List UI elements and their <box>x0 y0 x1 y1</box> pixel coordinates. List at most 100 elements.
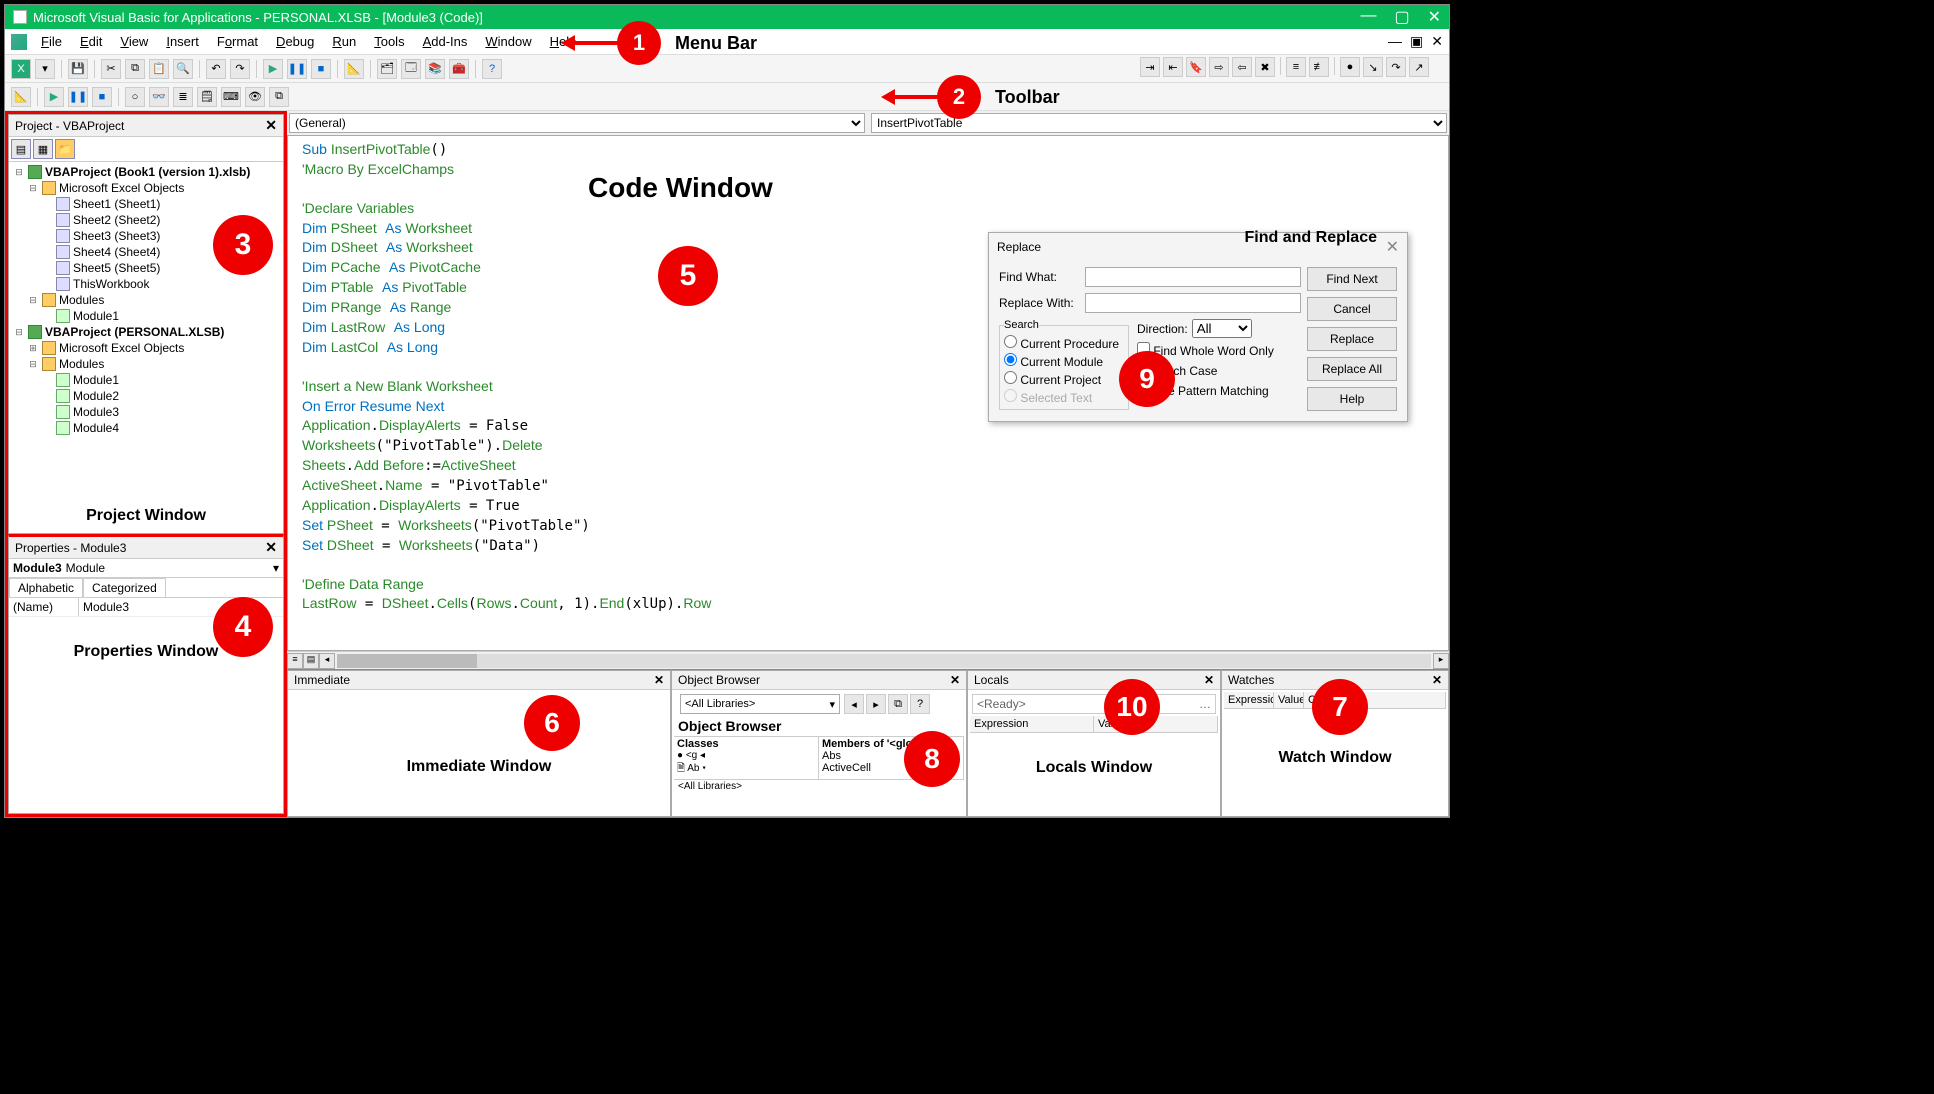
ob-copy-icon[interactable]: ⧉ <box>888 694 908 714</box>
watches-close-icon[interactable]: ✕ <box>1432 673 1442 687</box>
project-close-icon[interactable]: ✕ <box>265 117 277 134</box>
tree-folder-modules-2[interactable]: Modules <box>59 357 104 371</box>
ob-def-icon[interactable]: ? <box>910 694 930 714</box>
ob-library-select[interactable]: <All Libraries>▾ <box>680 694 840 714</box>
menu-addins[interactable]: Add-Ins <box>415 32 476 51</box>
tree-module[interactable]: Module3 <box>39 404 281 420</box>
help-button[interactable]: Help <box>1307 387 1397 411</box>
find-icon[interactable]: 🔍 <box>173 59 193 79</box>
menu-tools[interactable]: Tools <box>366 32 412 51</box>
cut-icon[interactable]: ✂ <box>101 59 121 79</box>
mdi-restore-button[interactable]: ▣ <box>1410 33 1423 50</box>
project-tree[interactable]: ⊟VBAProject (Book1 (version 1).xlsb) ⊟Mi… <box>9 162 283 499</box>
locals-close-icon[interactable]: ✕ <box>1204 673 1214 687</box>
pause-icon[interactable]: ❚❚ <box>68 87 88 107</box>
design-icon[interactable]: 📐 <box>11 87 31 107</box>
project-explorer-icon[interactable]: 🗂 <box>377 59 397 79</box>
radio-current-project[interactable]: Current Project <box>1004 371 1124 387</box>
tree-sheet[interactable]: ThisWorkbook <box>39 276 281 292</box>
full-view-icon[interactable]: ▤ <box>303 653 319 669</box>
tree-module[interactable]: Module2 <box>39 388 281 404</box>
comment-block-icon[interactable]: ≡ <box>1286 57 1306 77</box>
tree-module[interactable]: Module1 <box>39 372 281 388</box>
radio-current-procedure[interactable]: Current Procedure <box>1004 335 1124 351</box>
outdent-icon[interactable]: ⇤ <box>1163 57 1183 77</box>
run-icon[interactable]: ▶ <box>263 59 283 79</box>
menu-debug[interactable]: Debug <box>268 32 322 51</box>
locals-col-expression[interactable]: Expression <box>970 716 1094 732</box>
copy-icon[interactable]: ⧉ <box>125 59 145 79</box>
menu-run[interactable]: Run <box>324 32 364 51</box>
step-out-icon[interactable]: ↗ <box>1409 57 1429 77</box>
immediate-icon[interactable]: ⌨ <box>221 87 241 107</box>
menu-view[interactable]: View <box>112 32 156 51</box>
view-code-icon[interactable]: ▤ <box>11 139 31 159</box>
scroll-left-icon[interactable]: ◂ <box>319 653 335 669</box>
replace-all-button[interactable]: Replace All <box>1307 357 1397 381</box>
indent-icon[interactable]: ⇥ <box>1140 57 1160 77</box>
bookmark-icon[interactable]: 🔖 <box>1186 57 1206 77</box>
ob-back-icon[interactable]: ◂ <box>844 694 864 714</box>
tree-project-2[interactable]: VBAProject (PERSONAL.XLSB) <box>45 325 224 339</box>
proc-view-icon[interactable]: ≡ <box>287 653 303 669</box>
paste-icon[interactable]: 📋 <box>149 59 169 79</box>
reset-icon[interactable]: ■ <box>311 59 331 79</box>
properties-close-icon[interactable]: ✕ <box>265 539 277 556</box>
cancel-button[interactable]: Cancel <box>1307 297 1397 321</box>
property-value[interactable]: Module3 <box>79 598 133 616</box>
insert-module-icon[interactable]: ▾ <box>35 59 55 79</box>
menu-window[interactable]: Window <box>477 32 539 51</box>
radio-selected-text[interactable]: Selected Text <box>1004 389 1124 405</box>
locals-icon[interactable]: 🗒 <box>197 87 217 107</box>
immediate-body[interactable] <box>288 690 670 816</box>
tree-folder-modules[interactable]: Modules <box>59 293 104 307</box>
properties-object-selector[interactable]: Module3 Module ▾ <box>9 559 283 578</box>
undo-icon[interactable]: ↶ <box>206 59 226 79</box>
menu-insert[interactable]: Insert <box>158 32 207 51</box>
break-icon[interactable]: ❚❚ <box>287 59 307 79</box>
watch-icon[interactable]: 👁 <box>245 87 265 107</box>
tree-module[interactable]: Module1 <box>39 308 281 324</box>
uncomment-block-icon[interactable]: ≢ <box>1309 57 1329 77</box>
menu-format[interactable]: Format <box>209 32 266 51</box>
redo-icon[interactable]: ↷ <box>230 59 250 79</box>
object-dropdown[interactable]: (General) <box>289 113 865 133</box>
help-icon[interactable]: ? <box>482 59 502 79</box>
tree-module[interactable]: Module4 <box>39 420 281 436</box>
design-mode-icon[interactable]: 📐 <box>344 59 364 79</box>
call-stack2-icon[interactable]: ⧉ <box>269 87 289 107</box>
tab-categorized[interactable]: Categorized <box>83 578 166 597</box>
step-into-icon[interactable]: ↘ <box>1363 57 1383 77</box>
mdi-close-button[interactable]: ✕ <box>1431 33 1443 50</box>
quick-watch-icon[interactable]: 👓 <box>149 87 169 107</box>
tree-sheet[interactable]: Sheet1 (Sheet1) <box>39 196 281 212</box>
view-excel-icon[interactable]: X <box>11 59 31 79</box>
toggle-folders-icon[interactable]: 📁 <box>55 139 75 159</box>
mdi-minimize-button[interactable]: — <box>1388 33 1402 50</box>
replace-with-input[interactable] <box>1085 293 1301 313</box>
stop-icon[interactable]: ■ <box>92 87 112 107</box>
prev-bookmark-icon[interactable]: ⇦ <box>1232 57 1252 77</box>
minimize-button[interactable]: — <box>1360 7 1376 27</box>
find-what-input[interactable] <box>1085 267 1301 287</box>
view-object-icon[interactable]: ▦ <box>33 139 53 159</box>
properties-window-icon[interactable]: 🗔 <box>401 59 421 79</box>
maximize-button[interactable]: ▢ <box>1394 7 1409 27</box>
next-bookmark-icon[interactable]: ⇨ <box>1209 57 1229 77</box>
object-browser-icon[interactable]: 📚 <box>425 59 445 79</box>
tab-alphabetic[interactable]: Alphabetic <box>9 578 83 597</box>
code-hscroll[interactable]: ≡ ▤ ◂ ▸ <box>287 651 1449 669</box>
ob-close-icon[interactable]: ✕ <box>950 673 960 687</box>
tree-project-1[interactable]: VBAProject (Book1 (version 1).xlsb) <box>45 165 250 179</box>
toolbox-icon[interactable]: 🧰 <box>449 59 469 79</box>
call-stack-icon[interactable]: ≣ <box>173 87 193 107</box>
watches-col-value[interactable]: Value <box>1274 692 1304 708</box>
tree-folder-excel-objects-2[interactable]: Microsoft Excel Objects <box>59 341 184 355</box>
watches-col-expression[interactable]: Expression <box>1224 692 1274 708</box>
immediate-close-icon[interactable]: ✕ <box>654 673 664 687</box>
step-over-icon[interactable]: ↷ <box>1386 57 1406 77</box>
direction-select[interactable]: All <box>1192 319 1252 338</box>
ob-fwd-icon[interactable]: ▸ <box>866 694 886 714</box>
close-button[interactable]: ✕ <box>1428 7 1441 27</box>
tree-folder-excel-objects[interactable]: Microsoft Excel Objects <box>59 181 184 195</box>
